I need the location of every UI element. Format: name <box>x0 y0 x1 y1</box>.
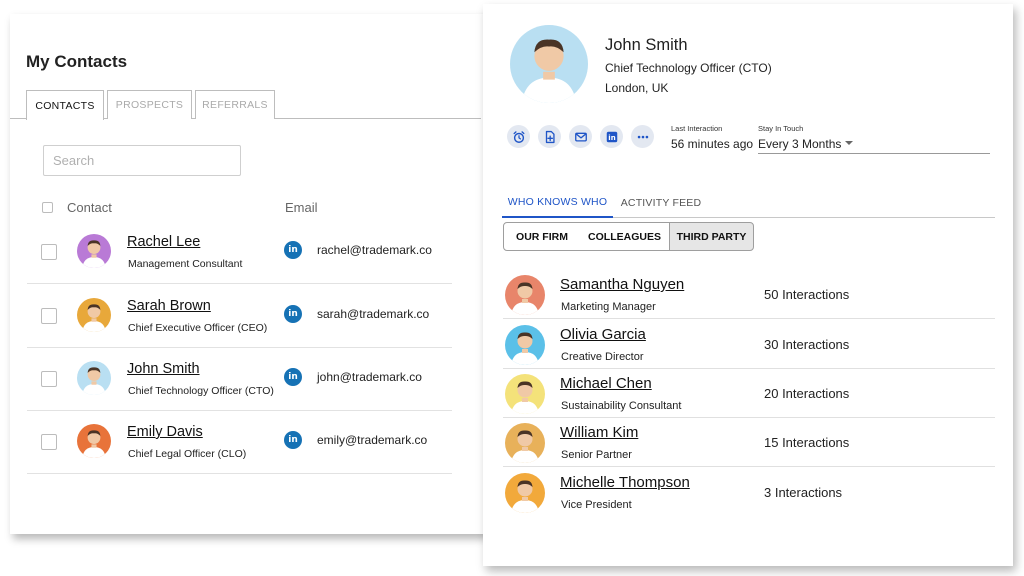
linkedin-icon[interactable]: in <box>284 431 302 449</box>
contact-name-link[interactable]: Emily Davis <box>127 424 203 440</box>
contact-email[interactable]: rachel@trademark.co <box>317 243 432 257</box>
more-actions-button[interactable] <box>631 125 654 148</box>
contact-row[interactable]: Rachel Lee Management Consultant in rach… <box>27 221 452 284</box>
connection-role: Sustainability Consultant <box>561 400 682 412</box>
contact-row[interactable]: John Smith Chief Technology Officer (CTO… <box>27 348 452 411</box>
segment-third-party[interactable]: THIRD PARTY <box>669 222 754 251</box>
connection-name-link[interactable]: Michael Chen <box>560 375 652 392</box>
stay-in-touch-label: Stay In Touch <box>758 124 804 133</box>
column-header-contact[interactable]: Contact <box>67 200 112 215</box>
send-email-button[interactable] <box>569 125 592 148</box>
profile-location: London, UK <box>605 81 669 95</box>
connection-row[interactable]: William Kim Senior Partner 15 Interactio… <box>503 417 995 467</box>
document-add-icon <box>545 130 555 143</box>
linkedin-icon[interactable]: in <box>284 305 302 323</box>
page-title: My Contacts <box>26 52 128 71</box>
linkedin-icon: in <box>606 131 617 142</box>
profile-name: John Smith <box>605 36 688 54</box>
connection-role: Marketing Manager <box>561 301 656 313</box>
contact-role: Management Consultant <box>128 258 243 270</box>
tab-contacts[interactable]: CONTACTS <box>26 90 104 120</box>
connection-role: Senior Partner <box>561 449 632 461</box>
profile-title: Chief Technology Officer (CTO) <box>605 61 772 75</box>
connection-role: Vice President <box>561 499 632 511</box>
connection-row[interactable]: Olivia Garcia Creative Director 30 Inter… <box>503 319 995 369</box>
connection-name-link[interactable]: Michelle Thompson <box>560 474 690 491</box>
contacts-panel: My Contacts CONTACTS PROSPECTS REFERRALS… <box>10 14 488 534</box>
contact-email[interactable]: emily@trademark.co <box>317 433 427 447</box>
interaction-count: 50 Interactions <box>764 287 850 302</box>
avatar <box>77 234 111 268</box>
alarm-clock-icon <box>513 130 524 143</box>
row-checkbox[interactable] <box>41 434 57 450</box>
mail-icon <box>574 132 587 142</box>
search-input[interactable] <box>43 145 241 176</box>
interaction-count: 3 Interactions <box>764 485 843 500</box>
set-reminder-button[interactable] <box>507 125 530 148</box>
interaction-count: 20 Interactions <box>764 386 850 401</box>
contact-role: Chief Technology Officer (CTO) <box>128 385 274 397</box>
avatar <box>505 325 545 365</box>
connection-name-link[interactable]: Samantha Nguyen <box>560 276 684 293</box>
contact-email[interactable]: john@trademark.co <box>317 370 422 384</box>
contact-name-link[interactable]: Rachel Lee <box>127 234 200 250</box>
avatar <box>77 424 111 458</box>
contact-email[interactable]: sarah@trademark.co <box>317 307 429 321</box>
avatar <box>505 275 545 315</box>
connection-row[interactable]: Michael Chen Sustainability Consultant 2… <box>503 368 995 418</box>
segment-our-firm[interactable]: OUR FIRM <box>503 222 581 251</box>
svg-text:in: in <box>608 134 615 142</box>
add-note-button[interactable] <box>538 125 561 148</box>
select-all-checkbox[interactable] <box>42 202 53 213</box>
tab-who-knows-who[interactable]: WHO KNOWS WHO <box>502 187 613 218</box>
chevron-down-icon[interactable] <box>845 141 853 145</box>
connection-name-link[interactable]: William Kim <box>560 424 638 441</box>
linkedin-icon[interactable]: in <box>284 368 302 386</box>
avatar <box>77 361 111 395</box>
linkedin-profile-button[interactable]: in <box>600 125 623 148</box>
avatar <box>505 423 545 463</box>
last-interaction-label: Last Interaction <box>671 124 723 133</box>
profile-avatar <box>510 25 588 103</box>
avatar <box>505 374 545 414</box>
tab-prospects[interactable]: PROSPECTS <box>107 90 192 119</box>
contacts-tab-bar: CONTACTS PROSPECTS REFERRALS <box>10 90 481 120</box>
connection-row[interactable]: Samantha Nguyen Marketing Manager 50 Int… <box>503 269 995 319</box>
linkedin-icon[interactable]: in <box>284 241 302 259</box>
contact-name-link[interactable]: John Smith <box>127 361 200 377</box>
interaction-count: 30 Interactions <box>764 337 850 352</box>
contact-row[interactable]: Sarah Brown Chief Executive Officer (CEO… <box>27 285 452 348</box>
connection-role: Creative Director <box>561 351 644 363</box>
stay-in-touch-value[interactable]: Every 3 Months <box>758 137 841 151</box>
connection-row[interactable]: Michelle Thompson Vice President 3 Inter… <box>503 467 995 517</box>
row-checkbox[interactable] <box>41 308 57 324</box>
contact-role: Chief Executive Officer (CEO) <box>128 322 268 334</box>
tab-activity-feed[interactable]: ACTIVITY FEED <box>619 187 703 218</box>
profile-panel: John Smith Chief Technology Officer (CTO… <box>483 4 1013 566</box>
tab-referrals[interactable]: REFERRALS <box>195 90 275 119</box>
contact-row[interactable]: Emily Davis Chief Legal Officer (CLO) in… <box>27 411 452 474</box>
more-icon <box>637 135 648 138</box>
column-header-email[interactable]: Email <box>285 200 318 215</box>
profile-tab-bar: WHO KNOWS WHO ACTIVITY FEED <box>502 187 995 218</box>
contact-role: Chief Legal Officer (CLO) <box>128 448 247 460</box>
connection-name-link[interactable]: Olivia Garcia <box>560 326 646 343</box>
contact-name-link[interactable]: Sarah Brown <box>127 298 211 314</box>
avatar <box>77 298 111 332</box>
last-interaction-value: 56 minutes ago <box>671 137 754 151</box>
segment-colleagues[interactable]: COLLEAGUES <box>580 222 670 251</box>
row-checkbox[interactable] <box>41 244 57 260</box>
row-checkbox[interactable] <box>41 371 57 387</box>
interaction-count: 15 Interactions <box>764 435 850 450</box>
avatar <box>505 473 545 513</box>
